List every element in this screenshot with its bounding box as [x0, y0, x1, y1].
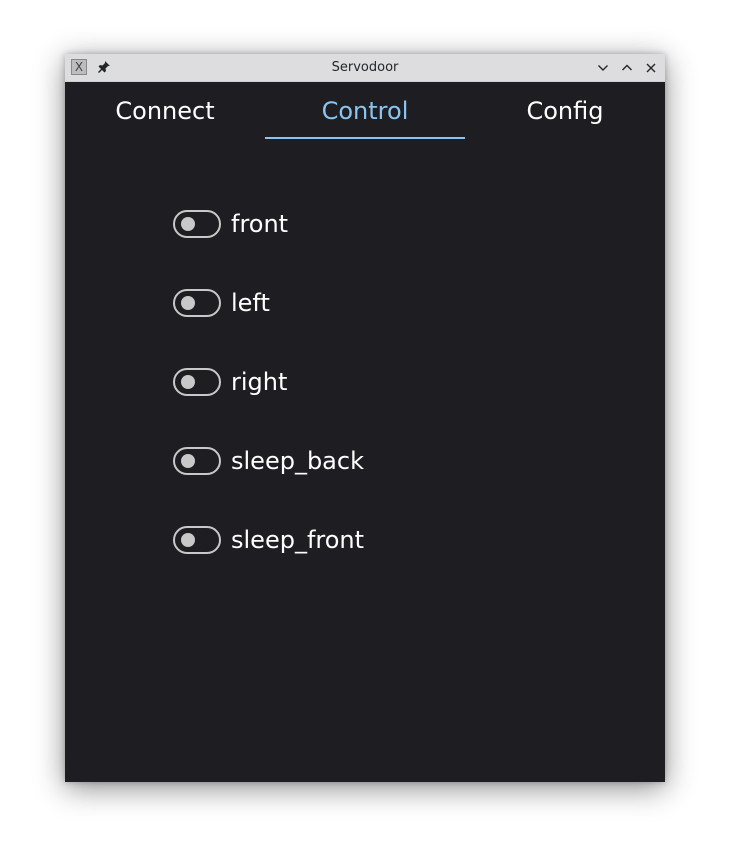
- switch-sleep-front[interactable]: sleep_front: [173, 523, 364, 557]
- switch-right[interactable]: right: [173, 365, 287, 399]
- switch-front[interactable]: front: [173, 207, 288, 241]
- toggle-switch[interactable]: [173, 210, 221, 238]
- tab-config[interactable]: Config: [465, 82, 665, 140]
- toggle-switch[interactable]: [173, 289, 221, 317]
- switch-thumb: [181, 454, 195, 468]
- switch-label: left: [231, 289, 270, 317]
- switch-thumb: [181, 533, 195, 547]
- switch-sleep-back[interactable]: sleep_back: [173, 444, 364, 478]
- close-button[interactable]: [641, 58, 661, 78]
- app-window: X Servodoor Connect Control Config front…: [65, 54, 665, 782]
- tab-bar: Connect Control Config: [65, 82, 665, 140]
- minimize-button[interactable]: [593, 58, 613, 78]
- switch-thumb: [181, 296, 195, 310]
- chevron-up-icon: [622, 64, 632, 71]
- active-tab-indicator: [265, 137, 465, 139]
- switch-label: front: [231, 210, 289, 238]
- close-icon: [646, 63, 656, 73]
- main-content: Connect Control Config front left right …: [65, 82, 665, 782]
- switch-thumb: [181, 375, 195, 389]
- switch-label: sleep_front: [231, 526, 365, 554]
- switch-label: sleep_back: [231, 447, 364, 475]
- maximize-button[interactable]: [617, 58, 637, 78]
- window-title: Servodoor: [331, 60, 399, 75]
- tab-connect[interactable]: Connect: [65, 82, 265, 140]
- chevron-down-icon: [598, 65, 608, 71]
- toggle-switch[interactable]: [173, 447, 221, 475]
- title-bar[interactable]: X Servodoor: [65, 54, 665, 82]
- switch-label: right: [231, 368, 288, 396]
- toggle-switch[interactable]: [173, 368, 221, 396]
- switch-thumb: [181, 217, 195, 231]
- toggle-switch[interactable]: [173, 526, 221, 554]
- tab-control[interactable]: Control: [265, 82, 465, 140]
- switch-left[interactable]: left: [173, 286, 270, 320]
